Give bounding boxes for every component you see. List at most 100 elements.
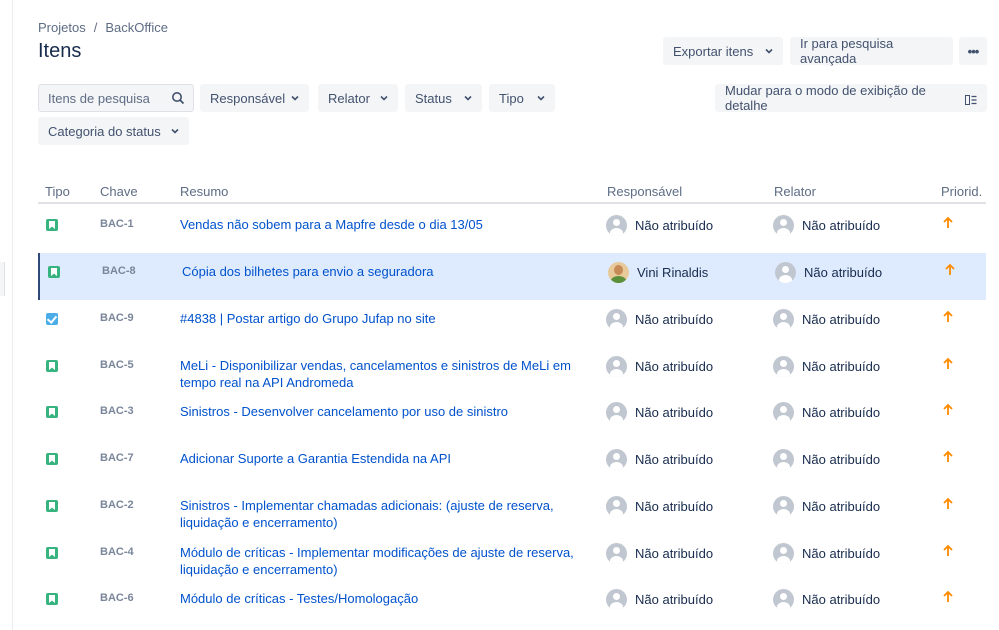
story-type-icon [46,406,58,418]
more-actions-button[interactable]: ••• [959,37,987,65]
column-header-priority[interactable]: Priorid. [941,184,982,199]
reporter-filter[interactable]: Relator [318,84,398,112]
assignee-cell[interactable]: Não atribuído [606,496,713,517]
reporter-name: Não atribuído [802,452,881,467]
avatar [606,356,627,377]
reporter-name: Não atribuído [804,265,883,280]
issue-summary-link[interactable]: MeLi - Disponibilizar vendas, cancelamen… [180,357,600,391]
table-row[interactable]: BAC-2 Sinistros - Implementar chamadas ad… [38,487,986,534]
reporter-cell[interactable]: Não atribuído [775,262,882,283]
reporter-cell[interactable]: Não atribuído [773,496,880,517]
detail-view-button[interactable]: Mudar para o modo de exibição de detalhe [715,83,987,113]
reporter-name: Não atribuído [802,499,881,514]
export-issues-button[interactable]: Exportar itens [663,37,783,65]
table-row[interactable]: BAC-4 Módulo de críticas - Implementar mo… [38,534,986,581]
reporter-cell[interactable]: Não atribuído [773,402,880,423]
issue-key[interactable]: BAC-5 [100,359,134,371]
detail-view-icon [965,93,977,105]
assignee-cell[interactable]: Não atribuído [606,589,713,610]
table-row[interactable]: BAC-9 #4838 | Postar artigo do Grupo Jufa… [38,300,986,347]
story-type-icon [46,593,58,605]
avatar [773,309,794,330]
issue-key[interactable]: BAC-8 [102,265,136,277]
assignee-name: Não atribuído [635,359,714,374]
table-header: Tipo Chave Resumo Responsável Relator Pr… [38,178,986,204]
avatar [606,309,627,330]
column-header-key[interactable]: Chave [100,184,138,199]
type-filter-label: Tipo [499,90,524,106]
breadcrumb-projects[interactable]: Projetos [38,20,86,35]
avatar [773,543,794,564]
column-header-reporter[interactable]: Relator [774,184,816,199]
issue-summary-link[interactable]: Adicionar Suporte a Garantia Estendida n… [180,450,600,467]
priority-medium-icon [942,357,954,371]
issue-summary-link[interactable]: #4838 | Postar artigo do Grupo Jufap no … [180,310,600,327]
issue-summary-link[interactable]: Sinistros - Implementar chamadas adicion… [180,497,600,531]
status-category-filter[interactable]: Categoria do status [38,117,189,145]
assignee-cell[interactable]: Não atribuído [606,356,713,377]
avatar [773,356,794,377]
reporter-name: Não atribuído [802,405,881,420]
breadcrumb-separator: / [93,20,98,35]
issue-summary-link[interactable]: Sinistros - Desenvolver cancelamento por… [180,403,600,420]
type-filter[interactable]: Tipo [489,84,555,112]
reporter-cell[interactable]: Não atribuído [773,356,880,377]
avatar [608,262,629,283]
issue-key[interactable]: BAC-6 [100,592,134,604]
avatar [606,402,627,423]
story-type-icon [46,219,58,231]
issue-key[interactable]: BAC-3 [100,405,134,417]
priority-medium-icon [942,544,954,558]
reporter-cell[interactable]: Não atribuído [773,543,880,564]
column-header-assignee[interactable]: Responsável [607,184,682,199]
table-row[interactable]: BAC-1 Vendas não sobem para a Mapfre desd… [38,206,986,253]
assignee-name: Não atribuído [635,592,714,607]
priority-medium-icon [942,310,954,324]
table-row[interactable]: BAC-5 MeLi - Disponibilizar vendas, cance… [38,347,986,394]
issue-key[interactable]: BAC-7 [100,452,134,464]
avatar [606,496,627,517]
column-header-type[interactable]: Tipo [45,184,70,199]
issue-summary-link[interactable]: Vendas não sobem para a Mapfre desde o d… [180,216,600,233]
column-header-summary[interactable]: Resumo [180,184,228,199]
reporter-cell[interactable]: Não atribuído [773,449,880,470]
reporter-cell[interactable]: Não atribuído [773,589,880,610]
avatar [606,543,627,564]
table-row[interactable]: BAC-8 Cópia dos bilhetes para envio a seg… [38,253,986,300]
assignee-cell[interactable]: Vini Rinaldis [608,262,708,283]
assignee-cell[interactable]: Não atribuído [606,215,713,236]
search-field[interactable] [38,84,194,112]
priority-medium-icon [942,590,954,604]
priority-medium-icon [942,403,954,417]
table-row[interactable]: BAC-7 Adicionar Suporte a Garantia Estend… [38,440,986,487]
table-row[interactable]: BAC-6 Módulo de críticas - Testes/Homolog… [38,580,986,627]
avatar [773,215,794,236]
assignee-filter[interactable]: Responsável [200,84,309,112]
issue-key[interactable]: BAC-1 [100,218,134,230]
assignee-cell[interactable]: Não atribuído [606,543,713,564]
avatar [773,496,794,517]
assignee-cell[interactable]: Não atribuído [606,449,713,470]
issue-key[interactable]: BAC-2 [100,499,134,511]
advanced-search-button[interactable]: Ir para pesquisa avançada [790,36,953,66]
issue-summary-link[interactable]: Módulo de críticas - Testes/Homologação [180,590,600,607]
assignee-name: Não atribuído [635,218,714,233]
issue-summary-link[interactable]: Cópia dos bilhetes para envio a segurado… [182,263,602,280]
issue-key[interactable]: BAC-4 [100,546,134,558]
assignee-cell[interactable]: Não atribuído [606,309,713,330]
breadcrumb-backoffice[interactable]: BackOffice [105,20,168,35]
chevron-down-icon [537,94,545,102]
story-type-icon [46,500,58,512]
search-icon [171,91,185,105]
issue-key[interactable]: BAC-9 [100,312,134,324]
reporter-cell[interactable]: Não atribuído [773,309,880,330]
search-input[interactable] [48,90,168,106]
issue-summary-link[interactable]: Módulo de críticas - Implementar modific… [180,544,600,578]
reporter-name: Não atribuído [802,359,881,374]
assignee-name: Não atribuído [635,405,714,420]
assignee-cell[interactable]: Não atribuído [606,402,713,423]
table-row[interactable]: BAC-3 Sinistros - Desenvolver cancelament… [38,393,986,440]
priority-medium-icon [942,450,954,464]
status-filter[interactable]: Status [405,84,482,112]
reporter-cell[interactable]: Não atribuído [773,215,880,236]
